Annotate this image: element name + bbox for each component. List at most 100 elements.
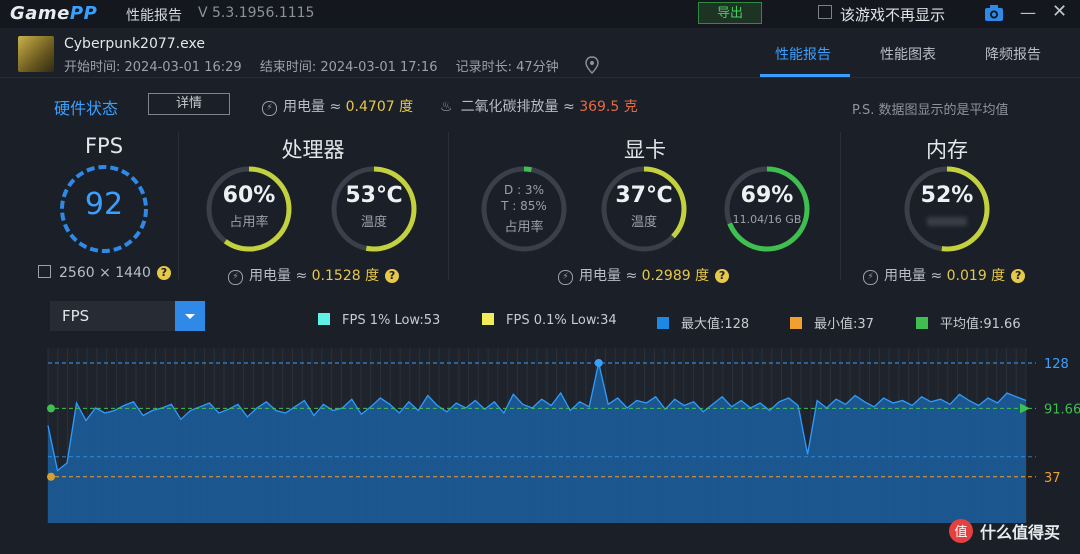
cpu-power-label: 用电量 ≈ [249, 268, 312, 284]
watermark-text: 什么值得买 [980, 523, 1061, 542]
total-power-usage: ⚡ 用电量 ≈ 0.4707 度 [262, 96, 413, 116]
average-note: P.S. 数据图显示的是平均值 [852, 103, 1009, 118]
session-times: 开始时间: 2024-03-01 16:29 结束时间: 2024-03-01 … [64, 56, 573, 75]
hardware-status-title: 硬件状态 [54, 99, 119, 118]
gpu-d-usage: D : 3% [504, 183, 544, 197]
memory-usage-gauge: 52% [901, 163, 993, 255]
details-button[interactable]: 详情 [148, 93, 230, 115]
watermark-logo-icon: 值 [948, 518, 974, 548]
minimize-icon[interactable]: — [1020, 3, 1036, 22]
game-thumbnail [18, 36, 54, 72]
location-pin-icon [585, 56, 599, 78]
cpu-usage-label: 占用率 [229, 215, 269, 230]
legend-fps-1pct-low: FPS 1% Low:53 [318, 313, 440, 328]
app-title: 性能报告 [126, 8, 182, 24]
gpu-t-usage: T : 85% [501, 199, 547, 213]
memory-power-usage: ⚡ 用电量 ≈ 0.019 度? [863, 265, 1026, 285]
record-duration: 记录时长: 47分钟 [455, 60, 559, 75]
legend-swatch [318, 313, 330, 325]
power-label: 用电量 ≈ [283, 99, 346, 115]
monitor-icon [38, 265, 51, 278]
legend-swatch [790, 317, 802, 329]
help-icon[interactable]: ? [1011, 269, 1026, 283]
gpu-temp-label: 温度 [630, 215, 657, 230]
memory-power-label: 用电量 ≈ [884, 268, 947, 284]
legend-swatch [482, 313, 494, 325]
cpu-temp-value: 53℃ [345, 183, 403, 208]
gpu-temp-value: 37℃ [615, 183, 673, 208]
help-icon[interactable]: ? [156, 266, 171, 280]
memory-detail-blurred [927, 217, 967, 226]
legend-min: 最小值:37 [790, 313, 874, 332]
export-button[interactable]: 导出 [698, 2, 762, 24]
legend-fps-0-1pct-low: FPS 0.1% Low:34 [482, 313, 617, 328]
vram-usage-gauge: 69% 11.04/16 GB [721, 163, 813, 255]
memory-power-value: 0.019 度 [946, 268, 1006, 284]
cpu-power-usage: ⚡ 用电量 ≈ 0.1528 度? [228, 265, 400, 285]
gpu-temp-gauge: 37℃ 温度 [598, 163, 690, 255]
close-icon[interactable]: ✕ [1052, 1, 1067, 22]
gpu-power-label: 用电量 ≈ [579, 268, 642, 284]
gpu-usage-gauge: D : 3% T : 85% 占用率 [478, 163, 570, 255]
power-value: 0.4707 度 [345, 99, 414, 115]
tab-throttle-report[interactable]: 降频报告 [985, 44, 1041, 64]
cpu-temp-gauge: 53℃ 温度 [328, 163, 420, 255]
tab-performance-chart[interactable]: 性能图表 [880, 44, 936, 64]
game-exe-name: Cyberpunk2077.exe [64, 36, 205, 52]
legend-label: FPS 1% Low:53 [342, 313, 441, 328]
vram-usage-value: 69% [740, 183, 794, 208]
fps-value: 92 [84, 187, 124, 222]
memory-section-title: 内存 [926, 138, 968, 162]
resolution: 2560 × 1440? [38, 265, 171, 281]
hide-game-label[interactable]: 该游戏不再显示 [840, 4, 945, 25]
legend-label: 平均值:91.66 [940, 317, 1021, 332]
help-icon[interactable]: ? [385, 269, 400, 283]
cpu-usage-gauge: 60% 占用率 [203, 163, 295, 255]
legend-swatch [657, 317, 669, 329]
camera-icon[interactable] [984, 3, 1004, 27]
tab-performance-report[interactable]: 性能报告 [775, 44, 831, 64]
vram-amount: 11.04/16 GB [732, 213, 802, 226]
section-separator [840, 132, 841, 280]
section-separator [448, 132, 449, 280]
legend-avg: 平均值:91.66 [916, 313, 1021, 332]
help-icon[interactable]: ? [715, 269, 730, 283]
avg-marker [47, 404, 55, 413]
cpu-power-value: 0.1528 度 [311, 268, 380, 284]
fps-section-title: FPS [84, 134, 124, 158]
legend-label: 最小值:37 [814, 317, 874, 332]
watermark-icon-glyph: 值 [954, 524, 967, 540]
start-time: 开始时间: 2024-03-01 16:29 [64, 60, 242, 75]
co2-emission: ♨ 二氧化碳排放量 ≈ 369.5 克 [440, 96, 638, 116]
app-logo: GamePP [10, 3, 98, 24]
gpu-power-value: 0.2989 度 [641, 268, 710, 284]
gpu-usage-label: 占用率 [504, 220, 544, 235]
chevron-down-icon[interactable] [175, 301, 205, 331]
legend-max: 最大值:128 [657, 313, 749, 332]
cpu-temp-label: 温度 [360, 215, 387, 230]
power-icon: ⚡ [863, 270, 878, 285]
reference-label: 128 [1044, 357, 1069, 372]
metric-select-value[interactable]: FPS [62, 307, 89, 325]
app-version: V 5.3.1956.1115 [198, 5, 315, 21]
fps-gauge: 92 [58, 163, 150, 255]
end-time: 结束时间: 2024-03-01 17:16 [259, 60, 438, 75]
gpu-power-usage: ⚡ 用电量 ≈ 0.2989 度? [558, 265, 730, 285]
legend-swatch [916, 317, 928, 329]
power-icon: ⚡ [558, 270, 573, 285]
reference-label: 37 [1044, 471, 1061, 486]
co2-label: 二氧化碳排放量 ≈ [460, 99, 580, 115]
legend-label: 最大值:128 [681, 317, 750, 332]
hide-game-checkbox[interactable] [818, 5, 832, 19]
legend-label: FPS 0.1% Low:34 [506, 313, 617, 328]
min-marker [47, 472, 55, 481]
fps-chart: 128 91.66 37 [47, 348, 1080, 523]
resolution-value: 2560 × 1440 [59, 265, 151, 281]
co2-icon: ♨ [440, 99, 453, 115]
power-icon: ⚡ [228, 270, 243, 285]
power-icon: ⚡ [262, 101, 277, 116]
cpu-section-title: 处理器 [281, 138, 345, 162]
max-marker [594, 359, 603, 367]
gpu-section-title: 显卡 [624, 138, 666, 162]
cpu-usage-value: 60% [222, 183, 276, 208]
